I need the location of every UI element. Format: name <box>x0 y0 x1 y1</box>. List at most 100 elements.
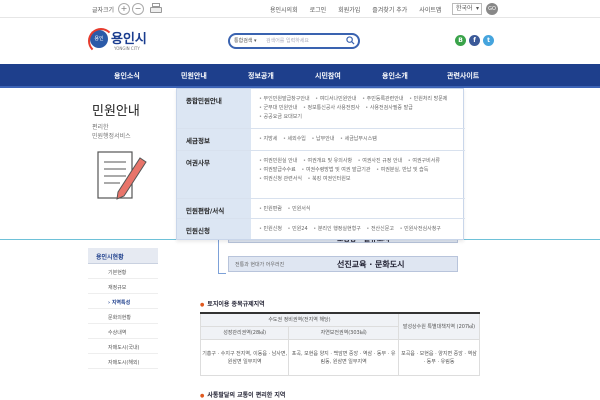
mega-dropdown: 종합민원안내 무인민원발급창구안내 여디서나민원안내 주민등록관련안내 민원처리… <box>176 88 465 240</box>
util-link-join[interactable]: 회원가입 <box>338 5 360 14</box>
left-menu: 용인시현황 기본현황 재정규모 › 지역특성 문화의현황 수상내역 자매도시(국… <box>88 248 158 369</box>
mega-category[interactable]: 종합민원안내 <box>186 95 222 105</box>
mega-category[interactable]: 민원편람/서식 <box>186 205 224 215</box>
mega-row: 민원신청 민원신청 민원24 분리인 행정실현형구 전산신문고 민원사전심사청구 <box>177 219 465 239</box>
mega-link[interactable]: 북킹 여권인터원보 <box>308 176 351 182</box>
mega-link[interactable]: 민원처리 방문제 <box>409 96 447 102</box>
mega-row: 민원편람/서식 민원편람 민원서식 <box>177 199 465 219</box>
left-menu-head[interactable]: 용인시현황 <box>88 248 158 264</box>
document-pen-icon <box>97 151 147 200</box>
util-link-login[interactable]: 로그인 <box>310 5 327 14</box>
mega-category[interactable]: 여권사무 <box>186 157 210 167</box>
language-select[interactable]: 한국어 <box>452 3 482 15</box>
landuse-table: 수도권 정비권역(전지역 해당) 발성상수원 특별대책지역 (207㎢) 성장관… <box>199 312 481 376</box>
util-links: 용인시의회 로그인 회원가입 즐겨찾기 추가 사이트맵 <box>270 5 453 14</box>
mega-link[interactable]: 주민등록관련안내 <box>362 96 403 102</box>
util-link-council[interactable]: 용인시의회 <box>270 5 298 14</box>
mega-link[interactable]: 지방세 <box>259 136 277 142</box>
left-menu-item-active[interactable]: › 지역특성 <box>88 294 158 309</box>
page-description-line2: 민원행정서비스 <box>92 133 131 140</box>
mega-link[interactable]: 납부안내 <box>312 136 335 142</box>
mega-row: 여권사무 여권민원실 안내 여권개요 및 유의사항 여권사진 규정 안내 여권구… <box>177 151 465 199</box>
diagram-right-text: 선진교육 · 문화도시 <box>337 260 405 269</box>
left-menu-item[interactable]: 자매도시(국내) <box>88 339 158 354</box>
mega-category[interactable]: 세금정보 <box>186 135 210 145</box>
zoom-out-button[interactable]: − <box>132 3 144 15</box>
nav-item-related[interactable]: 관련사이트 <box>447 71 479 81</box>
search-box: 통합검색 ▾ 검색어를 입력하세요 <box>228 33 360 49</box>
logo-subtitle: YONGIN CITY <box>114 46 140 51</box>
left-menu-item[interactable]: 문화의현황 <box>88 309 158 324</box>
mega-row: 종합민원안내 무인민원발급창구안내 여디서나민원안내 주민등록관련안내 민원처리… <box>177 89 465 129</box>
mega-link[interactable]: 전산신문고 <box>366 226 394 232</box>
blog-icon[interactable]: B <box>455 35 466 46</box>
print-icon[interactable] <box>150 3 162 15</box>
util-link-bookmark[interactable]: 즐겨찾기 추가 <box>372 5 407 14</box>
zoom-in-button[interactable]: + <box>118 3 130 15</box>
twitter-icon[interactable]: t <box>483 35 494 46</box>
search-scope-select[interactable]: 통합검색 ▾ <box>234 37 257 44</box>
mega-link[interactable]: 군부대 민원안내 <box>259 105 297 111</box>
table-cell: 포곡읍 · 모현읍 · 양지면 중앙 · 역삼 · 동부 · 유림동 <box>397 339 481 376</box>
facebook-icon[interactable]: f <box>469 35 480 46</box>
mega-link[interactable]: 무인민원발급창구안내 <box>259 96 310 102</box>
left-menu-item[interactable]: 기본현황 <box>88 264 158 279</box>
utility-bar: 글자크기 + − 용인시의회 로그인 회원가입 즐겨찾기 추가 사이트맵 한국어… <box>0 0 600 18</box>
mega-links: 무인민원발급창구안내 여디서나민원안내 주민등록관련안내 민원처리 방문제 군부… <box>259 95 459 122</box>
font-size-label: 글자크기 <box>92 7 115 14</box>
search-icon[interactable] <box>346 36 355 45</box>
search-input[interactable]: 검색어를 입력하세요 <box>266 37 309 44</box>
mega-link[interactable]: 여권신청 관련서식 <box>259 176 302 182</box>
mega-link[interactable]: 여권사진 규정 안내 <box>358 158 403 164</box>
nav-item-news[interactable]: 용인소식 <box>114 71 140 81</box>
mega-link[interactable]: 공공요금 요대보기 <box>259 114 302 120</box>
mega-link[interactable]: 여권개요 및 유의사항 <box>303 158 352 164</box>
nav-item-citizen[interactable]: 시민참여 <box>315 71 341 81</box>
mega-link[interactable]: 여권발급수수료 <box>259 167 296 173</box>
page-description: 편리한 민원행정서비스 <box>92 123 131 141</box>
mega-link[interactable]: 여권분실, 반납 및 습득 <box>376 167 428 173</box>
section-title-transport: 사통팔달의 교통이 편리한 지역 <box>200 390 285 399</box>
mega-link[interactable]: 여권민원실 안내 <box>259 158 297 164</box>
mega-link[interactable]: 정보통신공사 사용전점사 <box>303 105 360 111</box>
main-nav: 용인소식 민원안내 정보공개 시민참여 용인소개 관련사이트 <box>0 64 600 88</box>
table-header: 수도권 정비권역(전지역 해당) <box>200 312 399 327</box>
page-description-line1: 편리한 <box>92 124 109 131</box>
left-menu-item[interactable]: 수상내역 <box>88 324 158 339</box>
mega-link[interactable]: 여권구비서류 <box>408 158 440 164</box>
mega-link[interactable]: 여디서나민원안내 <box>315 96 356 102</box>
mega-link[interactable]: 민원편람 <box>259 206 282 212</box>
table-subheader: 자연보전권역(303㎢) <box>288 326 399 340</box>
mega-link[interactable]: 분리인 행정실현형구 <box>313 226 361 232</box>
mega-link[interactable]: 세외수입 <box>283 136 306 142</box>
util-link-sitemap[interactable]: 사이트맵 <box>419 5 441 14</box>
left-menu-item[interactable]: 자매도시(해외) <box>88 354 158 369</box>
mega-link[interactable]: 민원24 <box>288 226 308 232</box>
site-header: 용인 용인시 YONGIN CITY 통합검색 ▾ 검색어를 입력하세요 B f… <box>0 18 600 64</box>
diagram-left-text: 전통과 현대가 어우러진 <box>235 262 285 268</box>
mega-links: 민원신청 민원24 분리인 행정실현형구 전산신문고 민원사전심사청구 <box>259 225 459 234</box>
mega-row: 세금정보 지방세 세외수입 납부안내 세금납부시스템 <box>177 129 465 151</box>
mega-link[interactable]: 세금납부시스템 <box>340 136 377 142</box>
mega-link[interactable]: 민원서식 <box>288 206 311 212</box>
mega-link[interactable]: 민원신청 <box>259 226 282 232</box>
mega-link[interactable]: 민원사전심사청구 <box>400 226 441 232</box>
table-header: 발성상수원 특별대책지역 (207㎢) <box>397 312 481 340</box>
logo-name: 용인시 <box>111 32 147 47</box>
mega-links: 여권민원실 안내 여권개요 및 유의사항 여권사진 규정 안내 여권구비서류 여… <box>259 157 459 184</box>
logo-emblem-icon: 용인 <box>88 28 114 54</box>
mega-link[interactable]: 사용전검사필증 발급 <box>365 105 413 111</box>
nav-item-civil[interactable]: 민원안내 <box>181 71 207 81</box>
nav-item-info[interactable]: 정보공개 <box>248 71 274 81</box>
mega-category[interactable]: 민원신청 <box>186 225 210 235</box>
left-menu-item[interactable]: 재정규모 <box>88 279 158 294</box>
left-menu-item-active-label: 지역특성 <box>111 300 131 306</box>
nav-item-about[interactable]: 용인소개 <box>382 71 408 81</box>
mega-links: 민원편람 민원서식 <box>259 205 459 214</box>
section-title-landuse: 토지이용 종목규제지역 <box>200 299 264 308</box>
diagram-bar: 전통과 현대가 어우러진 선진교육 · 문화도시 <box>228 256 458 272</box>
go-button[interactable]: GO <box>486 3 498 15</box>
site-logo[interactable]: 용인 용인시 YONGIN CITY <box>88 26 160 56</box>
mega-link[interactable]: 여권수령방법 및 여권 발급기관 <box>301 167 370 173</box>
table-cell: 기흥구 · 수지구 전지역, 이동읍 · 남사면, 원삼면 일부지역 <box>199 339 290 376</box>
